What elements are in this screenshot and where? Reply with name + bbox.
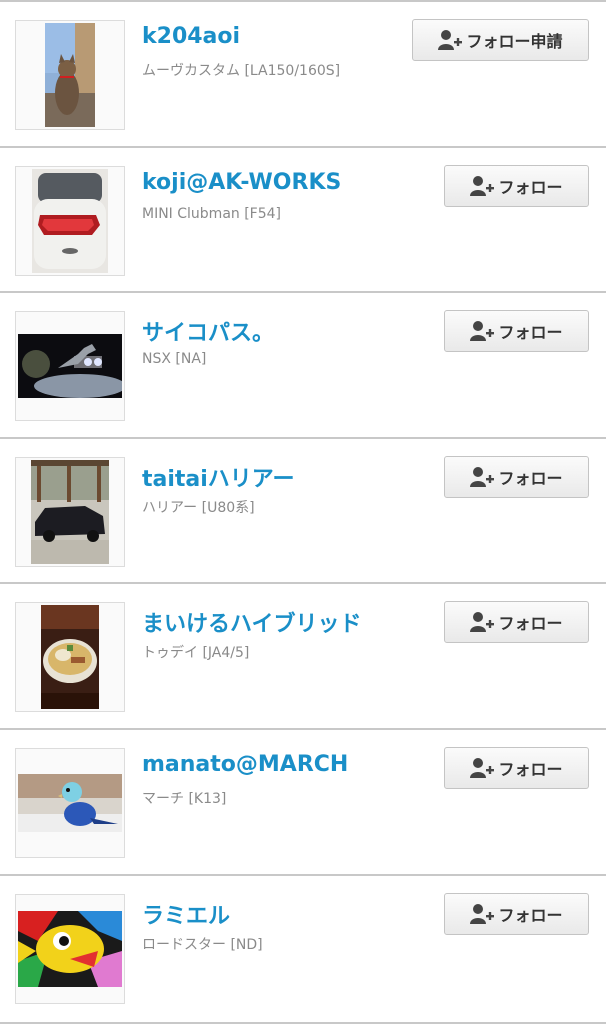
follow-button-label: フォロー: [498, 177, 563, 197]
user-name[interactable]: manato@MARCH: [142, 752, 348, 777]
add-user-icon: [470, 757, 495, 779]
user-thumbnail[interactable]: [15, 893, 125, 1004]
user-car: マーチ [K13]: [142, 790, 227, 807]
user-thumbnail[interactable]: [15, 165, 125, 276]
user-thumbnail[interactable]: [15, 311, 125, 422]
user-list: k204aoi ムーヴカスタム [LA150/160S] フォロー申請 koji…: [0, 0, 606, 1024]
user-thumbnail[interactable]: [15, 602, 125, 713]
follow-button-label: フォロー: [498, 323, 563, 343]
list-item: koji@AK-WORKS MINI Clubman [F54] フォロー: [0, 145, 606, 292]
follow-button-label: フォロー: [498, 905, 563, 925]
follow-button-label: フォロー: [498, 468, 563, 488]
follow-button[interactable]: フォロー: [444, 455, 589, 498]
add-user-icon: [470, 903, 495, 925]
list-item: まいけるハイブリッド トゥデイ [JA4/5] フォロー: [0, 582, 606, 728]
add-user-icon: [470, 611, 495, 633]
list-item: k204aoi ムーヴカスタム [LA150/160S] フォロー申請: [0, 0, 606, 146]
list-item: サイコパス。 NSX [NA] フォロー: [0, 291, 606, 437]
user-car: トゥデイ [JA4/5]: [142, 645, 250, 662]
user-name[interactable]: koji@AK-WORKS: [142, 170, 341, 195]
follow-button-label: フォロー申請: [466, 32, 563, 51]
user-car: NSX [NA]: [142, 351, 207, 368]
user-name[interactable]: taitaiハリアー: [142, 461, 295, 493]
user-thumbnail[interactable]: [15, 747, 125, 858]
follow-request-button[interactable]: フォロー申請: [412, 19, 589, 61]
user-car: MINI Clubman [F54]: [142, 205, 282, 222]
user-thumbnail[interactable]: [15, 20, 125, 130]
user-name[interactable]: ラミエル: [142, 898, 230, 930]
add-user-icon: [470, 466, 495, 488]
follow-button[interactable]: フォロー: [444, 601, 589, 644]
user-name[interactable]: サイコパス。: [142, 315, 274, 347]
add-user-icon: [470, 175, 495, 197]
user-name[interactable]: k204aoi: [142, 24, 240, 49]
follow-button-label: フォロー: [498, 759, 563, 779]
user-car: ハリアー [U80系]: [142, 499, 255, 516]
add-user-icon: [470, 320, 495, 342]
list-item: taitaiハリアー ハリアー [U80系] フォロー: [0, 436, 606, 583]
follow-button[interactable]: フォロー: [444, 310, 589, 353]
list-item: ラミエル ロードスター [ND] フォロー: [0, 873, 606, 1020]
follow-button[interactable]: フォロー: [444, 164, 589, 207]
user-thumbnail[interactable]: [15, 456, 125, 567]
follow-button[interactable]: フォロー: [444, 892, 589, 935]
add-user-icon: [438, 29, 463, 51]
user-name[interactable]: まいけるハイブリッド: [142, 606, 362, 638]
list-item: manato@MARCH マーチ [K13] フォロー: [0, 727, 606, 874]
follow-button[interactable]: フォロー: [444, 746, 589, 789]
follow-button-label: フォロー: [498, 614, 563, 634]
user-car: ロードスター [ND]: [142, 936, 263, 953]
user-car: ムーヴカスタム [LA150/160S]: [142, 63, 341, 79]
